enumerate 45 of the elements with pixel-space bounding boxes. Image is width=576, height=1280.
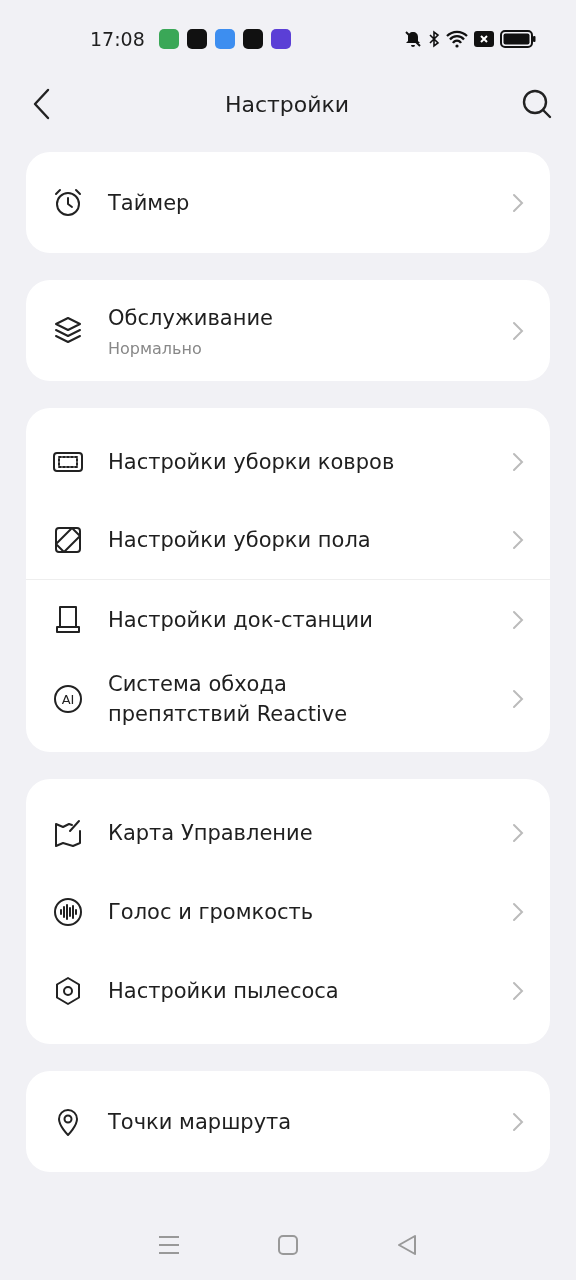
item-label: Обслуживание	[108, 305, 274, 332]
chevron-icon	[512, 530, 524, 550]
settings-item[interactable]: Настройки док-станции	[26, 580, 550, 659]
mute-icon	[404, 30, 422, 48]
triangle-back-icon	[395, 1234, 418, 1256]
settings-item[interactable]: Настройки пылесоса	[26, 951, 550, 1030]
ai-badge-icon: AI	[52, 682, 84, 715]
no-sim-icon	[474, 31, 494, 47]
floor-tile-icon	[52, 524, 84, 556]
item-label: Таймер	[108, 189, 191, 217]
chevron-icon	[512, 320, 524, 341]
item-label: Настройки док-станции	[108, 606, 374, 634]
settings-item[interactable]: Таймер	[26, 163, 550, 242]
chevron-icon	[512, 980, 524, 1001]
chevron-icon	[512, 1111, 524, 1132]
wifi-icon	[446, 30, 468, 48]
settings-item[interactable]: Точки маршрута	[26, 1082, 550, 1161]
alarm-clock-icon	[52, 186, 84, 219]
settings-item[interactable]: Настройки уборки пола	[26, 501, 550, 580]
chevron-icon	[512, 192, 524, 213]
item-label: Карта Управление	[108, 819, 314, 847]
status-time: 17:08	[90, 28, 145, 50]
item-label: Точки маршрута	[108, 1108, 293, 1136]
chevron-icon	[512, 451, 524, 472]
chevron-icon	[512, 609, 524, 630]
settings-item[interactable]: Настройки уборки ковров	[26, 422, 550, 501]
bluetooth-icon	[428, 30, 440, 48]
settings-item[interactable]: Обслуживание Нормально	[26, 291, 550, 370]
settings-item[interactable]: Голос и громкость	[26, 872, 550, 951]
menu-icon	[158, 1235, 181, 1255]
item-label: Настройки пылесоса	[108, 977, 340, 1005]
page-title: Настройки	[224, 91, 350, 117]
item-status: Нормально	[108, 339, 203, 358]
item-label: Система обхода препятствий Reactive	[108, 670, 349, 728]
sound-wave-icon	[52, 895, 84, 928]
chevron-icon	[512, 901, 524, 922]
item-label: Голос и громкость	[108, 898, 315, 926]
settings-item[interactable]: AI Система обхода препятствий Reactive	[26, 659, 550, 738]
chevron-icon	[512, 822, 524, 843]
item-label: Настройки уборки ковров	[108, 448, 396, 476]
battery-icon	[500, 30, 536, 48]
chevron-icon	[512, 688, 524, 709]
item-label: Настройки уборки пола	[108, 527, 372, 554]
square-icon	[277, 1234, 299, 1256]
settings-item[interactable]: Карта Управление	[26, 793, 550, 872]
